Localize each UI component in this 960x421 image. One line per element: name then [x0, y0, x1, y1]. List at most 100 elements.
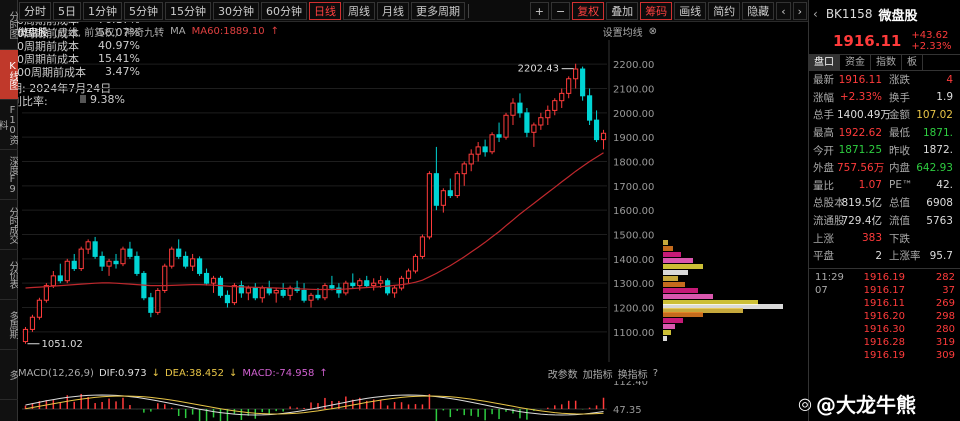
add-indicator-button[interactable]: 加指标 [583, 366, 613, 381]
cost-bar [663, 282, 685, 287]
candle-body [350, 282, 356, 287]
quote-label: PE™ [889, 179, 913, 192]
period-tab-7[interactable]: 日线 [309, 1, 341, 20]
candle-body [315, 294, 321, 299]
tool-button-6[interactable]: 简约 [708, 1, 741, 20]
candle-body [176, 248, 182, 257]
macd-tick: 112.40 [613, 381, 648, 388]
candle-body [266, 287, 272, 294]
quote-value: 1400.49万 [837, 109, 891, 122]
candle-body [36, 299, 42, 318]
candle-body [99, 255, 105, 267]
cost-bar [663, 336, 667, 341]
candle-body [461, 163, 467, 175]
period-tab-10[interactable]: 更多周期 [411, 1, 465, 20]
tool-button-4[interactable]: 筹码 [640, 1, 673, 20]
chevron-left-icon[interactable]: ‹ [813, 7, 818, 21]
period-tab-6[interactable]: 60分钟 [261, 1, 307, 20]
quote-value: 42. [936, 179, 953, 192]
candle-body [183, 255, 189, 267]
quote-row: 量比 1.07 PE™ 42. [809, 177, 960, 195]
candle-body [134, 255, 140, 274]
period-tab-1[interactable]: 5日 [53, 1, 81, 20]
candle-body [57, 275, 63, 282]
candle-body [454, 173, 460, 197]
candle-body [210, 277, 217, 284]
candle-body [378, 280, 384, 284]
tool-button-1[interactable]: − [550, 1, 571, 20]
period-tab-8[interactable]: 周线 [343, 1, 375, 20]
kline-chart[interactable]: 2200.00 2100.00 2000.00 1900.00 1800.00 1700.… [18, 40, 663, 362]
quote-name: 微盘股 [878, 8, 918, 24]
trade-price: 1916.11 [863, 297, 905, 309]
change-params-button[interactable]: 改参数 [548, 366, 578, 381]
quote-tab-1[interactable]: 资金 [840, 55, 871, 70]
candle-body [531, 124, 537, 133]
sidebar-item-7[interactable]: 多 [0, 350, 18, 400]
candle-body [203, 272, 210, 284]
candle-body [127, 248, 133, 257]
quote-tab-0[interactable]: 盘口 [809, 55, 840, 70]
quote-price: 1916.11 [833, 32, 902, 50]
period-tab-0[interactable]: 分时 [19, 1, 51, 20]
chevron-right-icon[interactable]: › [792, 1, 807, 20]
quote-change: +43.62 [911, 30, 949, 41]
quote-value: 1.9 [936, 91, 953, 104]
trade-volume: 298 [935, 310, 955, 322]
price-tick: 1400.00 [613, 255, 654, 266]
tool-button-5[interactable]: 画线 [674, 1, 707, 20]
index-name: 微盘股 [18, 27, 48, 39]
quote-value: 107.02 [916, 108, 953, 121]
period-tab-9[interactable]: 月线 [377, 1, 409, 20]
low-label: 1051.02 [41, 339, 82, 350]
close-icon[interactable]: ⊗ [649, 26, 657, 37]
period-tab-5[interactable]: 30分钟 [213, 1, 259, 20]
tool-button-0[interactable]: + [529, 1, 549, 20]
candle-body [468, 153, 474, 165]
cost-bar [663, 264, 703, 269]
sidebar-item-6[interactable]: 多周期 [0, 300, 18, 350]
tool-button-2[interactable]: 复权 [572, 1, 605, 20]
quote-tab-2[interactable]: 指数 [871, 55, 902, 70]
cost-bar [663, 324, 675, 329]
tool-button-7[interactable]: 隐藏 [742, 1, 775, 20]
quote-label: 涨幅 [813, 91, 834, 104]
macd-up-arrow-icon: ↑ [319, 367, 328, 379]
help-icon[interactable]: ? [653, 368, 658, 379]
sidebar-item-4[interactable]: 分时成交 [0, 200, 18, 250]
period-tab-4[interactable]: 15分钟 [165, 1, 211, 20]
dif-line [25, 394, 604, 416]
candle-body [440, 190, 446, 206]
watermark-text: @大龙牛熊 [815, 392, 916, 417]
quote-tab-3[interactable]: 板 [902, 55, 923, 70]
cost-bar [663, 270, 688, 275]
candle-body [419, 236, 426, 257]
dif-down-arrow-icon: ↓ [151, 367, 160, 379]
period-tab-3[interactable]: 5分钟 [124, 1, 163, 20]
weibo-logo-icon: ◎ [798, 393, 812, 413]
quote-label: 外盘 [813, 162, 834, 175]
trade-row: 1916.19 309 [809, 349, 960, 362]
candle-body [280, 289, 286, 296]
switch-indicator-button[interactable]: 换指标 [618, 366, 648, 381]
sidebar-item-3[interactable]: 深度F9 [0, 150, 18, 200]
candle-body [357, 280, 363, 287]
quote-tabs: 盘口 资金 指数板 [809, 54, 960, 71]
quote-label: 总值 [889, 197, 910, 210]
sidebar-item-5[interactable]: 分价表 [0, 250, 18, 300]
indicator-name[interactable]: 神奇九转 [124, 24, 164, 39]
period-tab-2[interactable]: 1分钟 [83, 1, 122, 20]
price-tick: 1900.00 [613, 133, 654, 144]
sidebar-item-1[interactable]: K线图 [0, 50, 18, 100]
candle-body [433, 173, 439, 206]
tool-button-3[interactable]: 叠加 [606, 1, 639, 20]
candle-body [217, 277, 224, 296]
price-tick: 1500.00 [613, 231, 654, 242]
chevron-left-icon[interactable]: ‹ [776, 1, 791, 20]
candle-body [405, 270, 412, 279]
quote-label: 上涨率 [889, 250, 921, 263]
sidebar-item-0[interactable]: 分时图 [0, 0, 18, 50]
settings-ma-link[interactable]: 设置均线 [603, 24, 643, 39]
candle-body [559, 92, 565, 102]
sidebar-item-2[interactable]: F10资料 [0, 100, 18, 150]
